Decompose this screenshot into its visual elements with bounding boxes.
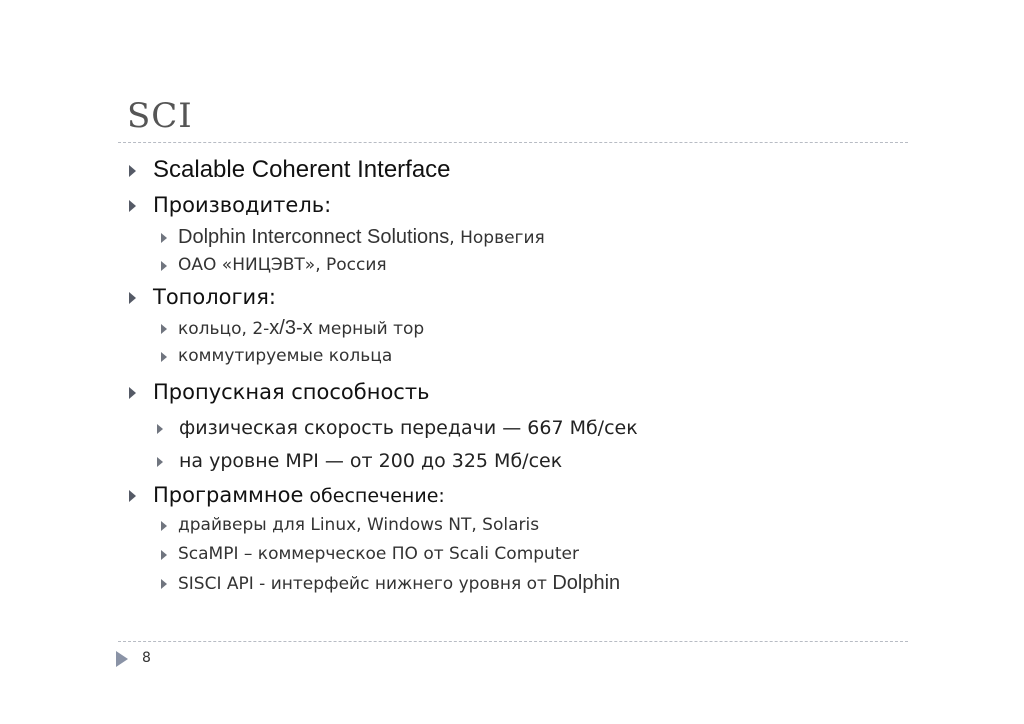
sub-bullet-switched-rings: коммутируемые кольца — [178, 346, 393, 366]
dolphin-country: , Норвегия — [449, 228, 545, 248]
sub-bullet-arrow-icon — [161, 550, 167, 560]
sub-bullet-mpi-speed: на уровне MPI — от 200 до 325 Мб/сек — [179, 450, 563, 472]
ring-suffix: мерный тор — [312, 319, 425, 339]
bullet-manufacturer: Производитель: — [153, 193, 332, 217]
sub-bullet-arrow-icon — [161, 324, 167, 334]
bullet-topology: Топология: — [153, 285, 276, 309]
sisci-text: SISCI API - интерфейс нижнего уровня от — [178, 574, 553, 594]
bullet-bandwidth: Пропускная способность — [153, 380, 430, 404]
sub-bullet-dolphin: Dolphin Interconnect Solutions, Норвегия — [178, 226, 545, 249]
sub-bullet-arrow-icon — [161, 521, 167, 531]
page-number: 8 — [142, 650, 151, 666]
sub-bullet-arrow-icon — [161, 579, 167, 589]
sub-bullet-arrow-icon — [161, 233, 167, 243]
bullet-software: Программное обеспечение: — [153, 483, 445, 507]
sisci-dolphin: Dolphin — [552, 572, 621, 594]
title-divider — [118, 142, 908, 143]
footer-divider — [118, 641, 908, 642]
sub-bullet-nicevt: ОАО «НИЦЭВТ», Россия — [178, 255, 387, 275]
sub-bullet-arrow-icon — [161, 261, 167, 271]
bullet-arrow-icon — [129, 165, 136, 177]
slide-title: SCI — [127, 96, 193, 136]
dolphin-name: Dolphin Interconnect Solutions — [178, 226, 450, 248]
sub-bullet-arrow-icon — [161, 352, 167, 362]
footer-triangle-icon — [116, 651, 128, 667]
sub-bullet-arrow-icon — [157, 457, 163, 467]
software-word-2: обеспечение: — [303, 485, 445, 507]
ring-prefix: кольцо, 2- — [178, 319, 270, 339]
sub-bullet-sisci: SISCI API - интерфейс нижнего уровня от … — [178, 572, 620, 595]
bullet-arrow-icon — [129, 200, 136, 212]
sub-bullet-drivers: драйверы для Linux, Windows NT, Solaris — [178, 515, 540, 535]
bullet-arrow-icon — [129, 292, 136, 304]
sub-bullet-physical-speed: физическая скорость передачи — 667 Мб/се… — [179, 417, 638, 439]
sub-bullet-arrow-icon — [157, 424, 163, 434]
bullet-scalable-coherent-interface: Scalable Coherent Interface — [153, 156, 451, 183]
bullet-arrow-icon — [129, 387, 136, 399]
ring-dimensions: x/3-x — [269, 317, 313, 339]
sub-bullet-scampi: ScaMPI – коммерческое ПО от Scali Comput… — [178, 544, 579, 564]
sub-bullet-ring-torus: кольцо, 2-x/3-x мерный тор — [178, 317, 424, 340]
software-word: Программное — [153, 483, 304, 507]
bullet-arrow-icon — [129, 490, 136, 502]
